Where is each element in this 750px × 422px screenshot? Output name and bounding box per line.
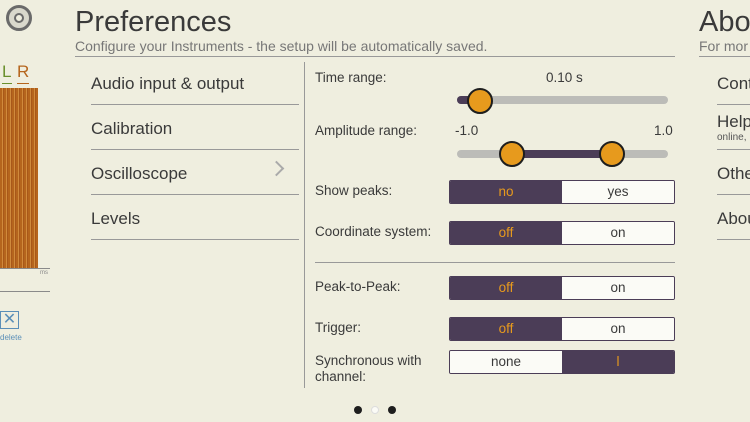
about-divider [717,194,750,195]
scroll-clip-edge [315,386,615,394]
amplitude-high-knob[interactable] [599,141,625,167]
page-dot[interactable] [388,406,396,414]
peak-to-peak-on[interactable]: on [562,277,674,299]
channel-left-label: L [2,62,12,81]
peak-to-peak-label: Peak-to-Peak: [315,279,401,294]
about-divider [717,104,750,105]
menu-divider [91,149,299,150]
amplitude-min-value: -1.0 [455,123,479,138]
trigger-label: Trigger: [315,320,362,335]
amplitude-range-fill [511,150,612,158]
menu-item-oscilloscope[interactable]: Oscilloscope [91,164,187,184]
menu-item-levels[interactable]: Levels [91,209,140,229]
about-item-help-sublabel: online, [717,132,747,143]
coordinate-system-toggle[interactable]: off on [449,221,675,245]
trigger-off[interactable]: off [450,318,562,340]
chevron-right-icon [268,160,285,177]
coordinate-system-on[interactable]: on [562,222,674,244]
channel-right-label: R [17,62,30,81]
page-subtitle: Configure your Instruments - the setup w… [75,38,488,54]
time-unit-label: ms [40,270,48,276]
page-dot[interactable] [354,406,362,414]
show-peaks-yes[interactable]: yes [562,181,674,203]
synchronous-none[interactable]: none [450,351,562,373]
channel-left-underline [2,83,12,84]
about-header-divider [699,56,750,57]
show-peaks-toggle[interactable]: no yes [449,180,675,204]
show-peaks-label: Show peaks: [315,183,393,198]
about-divider [717,239,750,240]
waveform-trace [0,88,38,268]
amplitude-low-knob[interactable] [499,141,525,167]
amplitude-range-label: Amplitude range: [315,123,418,138]
time-axis [0,268,50,269]
synchronous-label-line1: Synchronous with [315,353,422,368]
channel-right-underline [17,83,29,84]
gear-icon[interactable] [6,5,32,31]
time-range-label: Time range: [315,70,387,85]
about-item-other[interactable]: Othe [717,164,750,184]
page-dot-active[interactable] [371,406,379,414]
menu-divider [91,194,299,195]
about-item-help[interactable]: Help [717,112,750,132]
header-divider [75,56,675,57]
synchronous-channel-l[interactable]: l [562,351,674,373]
menu-item-calibration[interactable]: Calibration [91,119,172,139]
section-divider [315,262,675,263]
coordinate-system-label: Coordinate system: [315,224,432,239]
delete-label: delete [0,333,22,342]
peak-to-peak-toggle[interactable]: off on [449,276,675,300]
time-range-value: 0.10 s [546,70,583,85]
about-item-contact[interactable]: Cont [717,74,750,94]
peak-to-peak-off[interactable]: off [450,277,562,299]
about-panel-subtitle: For mor [699,38,748,54]
coordinate-system-off[interactable]: off [450,222,562,244]
synchronous-channel-toggle[interactable]: none l [449,350,675,374]
panel-divider [0,291,50,292]
synchronous-label-line2: channel: [315,369,367,384]
trigger-on[interactable]: on [562,318,674,340]
page-indicator[interactable] [354,406,396,414]
about-panel-title: Abo [699,6,750,38]
about-divider [717,149,750,150]
amplitude-max-value: 1.0 [654,123,673,138]
show-peaks-no[interactable]: no [450,181,562,203]
menu-divider [91,239,299,240]
trigger-toggle[interactable]: off on [449,317,675,341]
menu-item-audio[interactable]: Audio input & output [91,74,244,94]
time-range-knob[interactable] [467,88,493,114]
oscilloscope-preview-panel: L R ms ✕ delete [0,0,52,350]
column-separator [304,62,305,388]
menu-divider [91,104,299,105]
about-item-about[interactable]: Abou [717,209,750,229]
delete-button[interactable]: ✕ [0,311,19,329]
page-title: Preferences [75,6,232,38]
